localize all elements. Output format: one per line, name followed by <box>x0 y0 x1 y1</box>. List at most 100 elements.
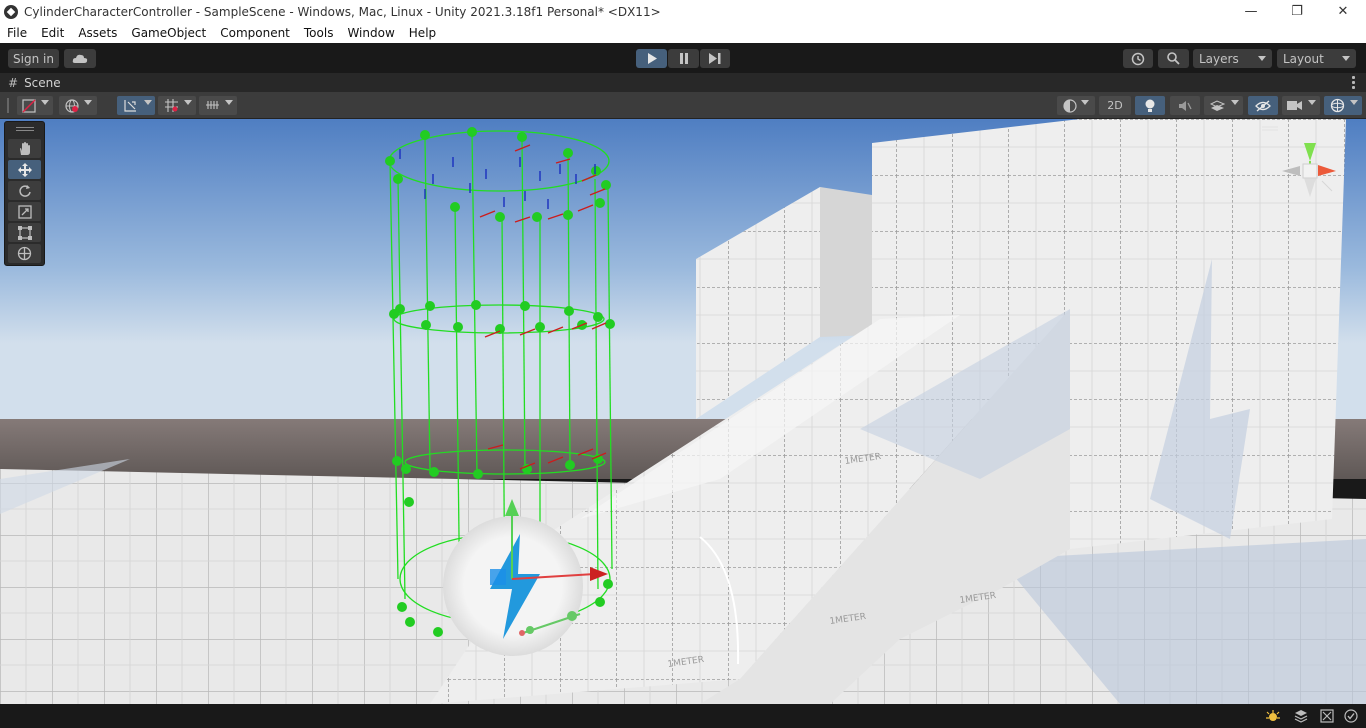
menu-assets[interactable]: Assets <box>71 26 124 40</box>
grid-snap-icon <box>164 99 178 112</box>
rotate-tool-button[interactable] <box>8 181 41 200</box>
menu-help[interactable]: Help <box>402 26 443 40</box>
menu-gameobject[interactable]: GameObject <box>124 26 213 40</box>
draw-mode-icon <box>22 98 36 113</box>
play-button[interactable] <box>636 49 667 68</box>
scene-render: 1METER 1METER 1METER 1METER <box>0 119 1366 704</box>
cloud-button[interactable] <box>64 49 96 68</box>
tab-scene-label: Scene <box>24 75 61 90</box>
history-button[interactable] <box>1123 49 1153 68</box>
check-icon[interactable] <box>1344 709 1358 723</box>
window-title: CylinderCharacterController - SampleScen… <box>24 4 661 19</box>
camera-button[interactable] <box>1282 96 1320 115</box>
draw-mode-button[interactable] <box>17 96 53 115</box>
scene-toolbar: 2D <box>0 92 1366 119</box>
grid-snap-button[interactable] <box>158 96 196 115</box>
toolbar-grip-icon <box>7 98 9 113</box>
chevron-down-icon <box>1081 100 1089 105</box>
audio-button[interactable] <box>1170 96 1200 115</box>
stack-icon[interactable] <box>1294 709 1308 723</box>
effects-icon <box>1210 99 1225 111</box>
bake-icon[interactable] <box>1320 709 1334 723</box>
layers-dropdown[interactable]: Layers <box>1193 49 1272 68</box>
shading-icon <box>1063 98 1077 113</box>
menu-edit[interactable]: Edit <box>34 26 71 40</box>
history-icon <box>1131 52 1145 65</box>
menu-bar: File Edit Assets GameObject Component To… <box>0 23 1366 43</box>
pause-icon <box>679 53 688 64</box>
layers-label: Layers <box>1199 51 1239 66</box>
close-button[interactable]: ✕ <box>1320 0 1366 23</box>
chevron-down-icon <box>184 100 192 105</box>
hand-tool-icon <box>19 141 30 155</box>
search-icon <box>1167 52 1180 65</box>
move-snap-icon <box>123 100 136 112</box>
chevron-down-icon <box>1231 100 1239 105</box>
camera-icon <box>1287 101 1302 110</box>
layout-dropdown[interactable]: Layout <box>1277 49 1356 68</box>
increment-snap-icon <box>205 101 219 109</box>
menu-tools[interactable]: Tools <box>297 26 341 40</box>
transform-tool-icon <box>17 246 32 261</box>
cloud-icon <box>72 54 88 63</box>
lighting-button[interactable] <box>1135 96 1165 115</box>
gizmos-icon <box>1330 98 1344 113</box>
shading-button[interactable] <box>1057 96 1095 115</box>
step-icon <box>709 53 721 64</box>
main-toolbar: Sign in Layers Layout <box>0 43 1366 73</box>
chevron-down-icon <box>1258 56 1266 61</box>
2d-toggle-button[interactable]: 2D <box>1099 96 1131 115</box>
chevron-down-icon <box>225 100 233 105</box>
chevron-down-icon <box>84 100 92 105</box>
scale-tool-button[interactable] <box>8 202 41 221</box>
back-block-center <box>872 119 1080 335</box>
hand-tool-button[interactable] <box>8 139 41 158</box>
scene-grid-icon: # <box>8 75 19 90</box>
chevron-down-icon <box>41 100 49 105</box>
title-bar: CylinderCharacterController - SampleScen… <box>0 0 1366 23</box>
layout-label: Layout <box>1283 51 1324 66</box>
status-bar <box>0 704 1366 728</box>
menu-file[interactable]: File <box>0 26 34 40</box>
play-icon <box>647 53 657 64</box>
tab-scene[interactable]: # Scene <box>0 76 61 90</box>
bug-icon[interactable] <box>1266 709 1280 723</box>
scene-tab-bar: # Scene <box>0 73 1366 92</box>
tab-menu-icon[interactable] <box>1352 76 1356 89</box>
menu-component[interactable]: Component <box>213 26 297 40</box>
increment-snap-button[interactable] <box>199 96 237 115</box>
menu-window[interactable]: Window <box>340 26 401 40</box>
visibility-button[interactable] <box>1248 96 1278 115</box>
transform-tool-button[interactable] <box>8 244 41 263</box>
audio-icon <box>1179 100 1192 111</box>
chevron-down-icon <box>1308 100 1316 105</box>
unity-logo-icon <box>4 4 18 19</box>
lighting-icon <box>1145 99 1155 112</box>
scene-viewport[interactable]: 1METER 1METER 1METER 1METER <box>0 119 1366 704</box>
globe-button[interactable] <box>59 96 97 115</box>
move-tool-button[interactable] <box>8 160 41 179</box>
minimize-button[interactable]: — <box>1228 0 1274 23</box>
step-button[interactable] <box>700 49 730 68</box>
rect-tool-button[interactable] <box>8 223 41 242</box>
move-tool-icon <box>17 162 32 177</box>
visibility-icon <box>1255 100 1271 111</box>
sign-in-button[interactable]: Sign in <box>8 49 59 68</box>
window-controls: — ❐ ✕ <box>1228 0 1366 23</box>
search-button[interactable] <box>1158 49 1189 68</box>
gizmos-button[interactable] <box>1324 96 1362 115</box>
pause-button[interactable] <box>668 49 699 68</box>
maximize-button[interactable]: ❐ <box>1274 0 1320 23</box>
globe-icon <box>65 98 79 113</box>
scale-tool-icon <box>17 204 32 219</box>
chevron-down-icon <box>144 100 152 105</box>
palette-grip-icon[interactable] <box>16 127 34 131</box>
move-snap-button[interactable] <box>117 96 155 115</box>
rotate-tool-icon <box>18 184 31 197</box>
chevron-down-icon <box>1350 100 1358 105</box>
tool-palette <box>4 121 45 266</box>
back-block-left-side <box>820 187 872 337</box>
chevron-down-icon <box>1342 56 1350 61</box>
effects-button[interactable] <box>1204 96 1243 115</box>
rect-tool-icon <box>17 225 32 240</box>
